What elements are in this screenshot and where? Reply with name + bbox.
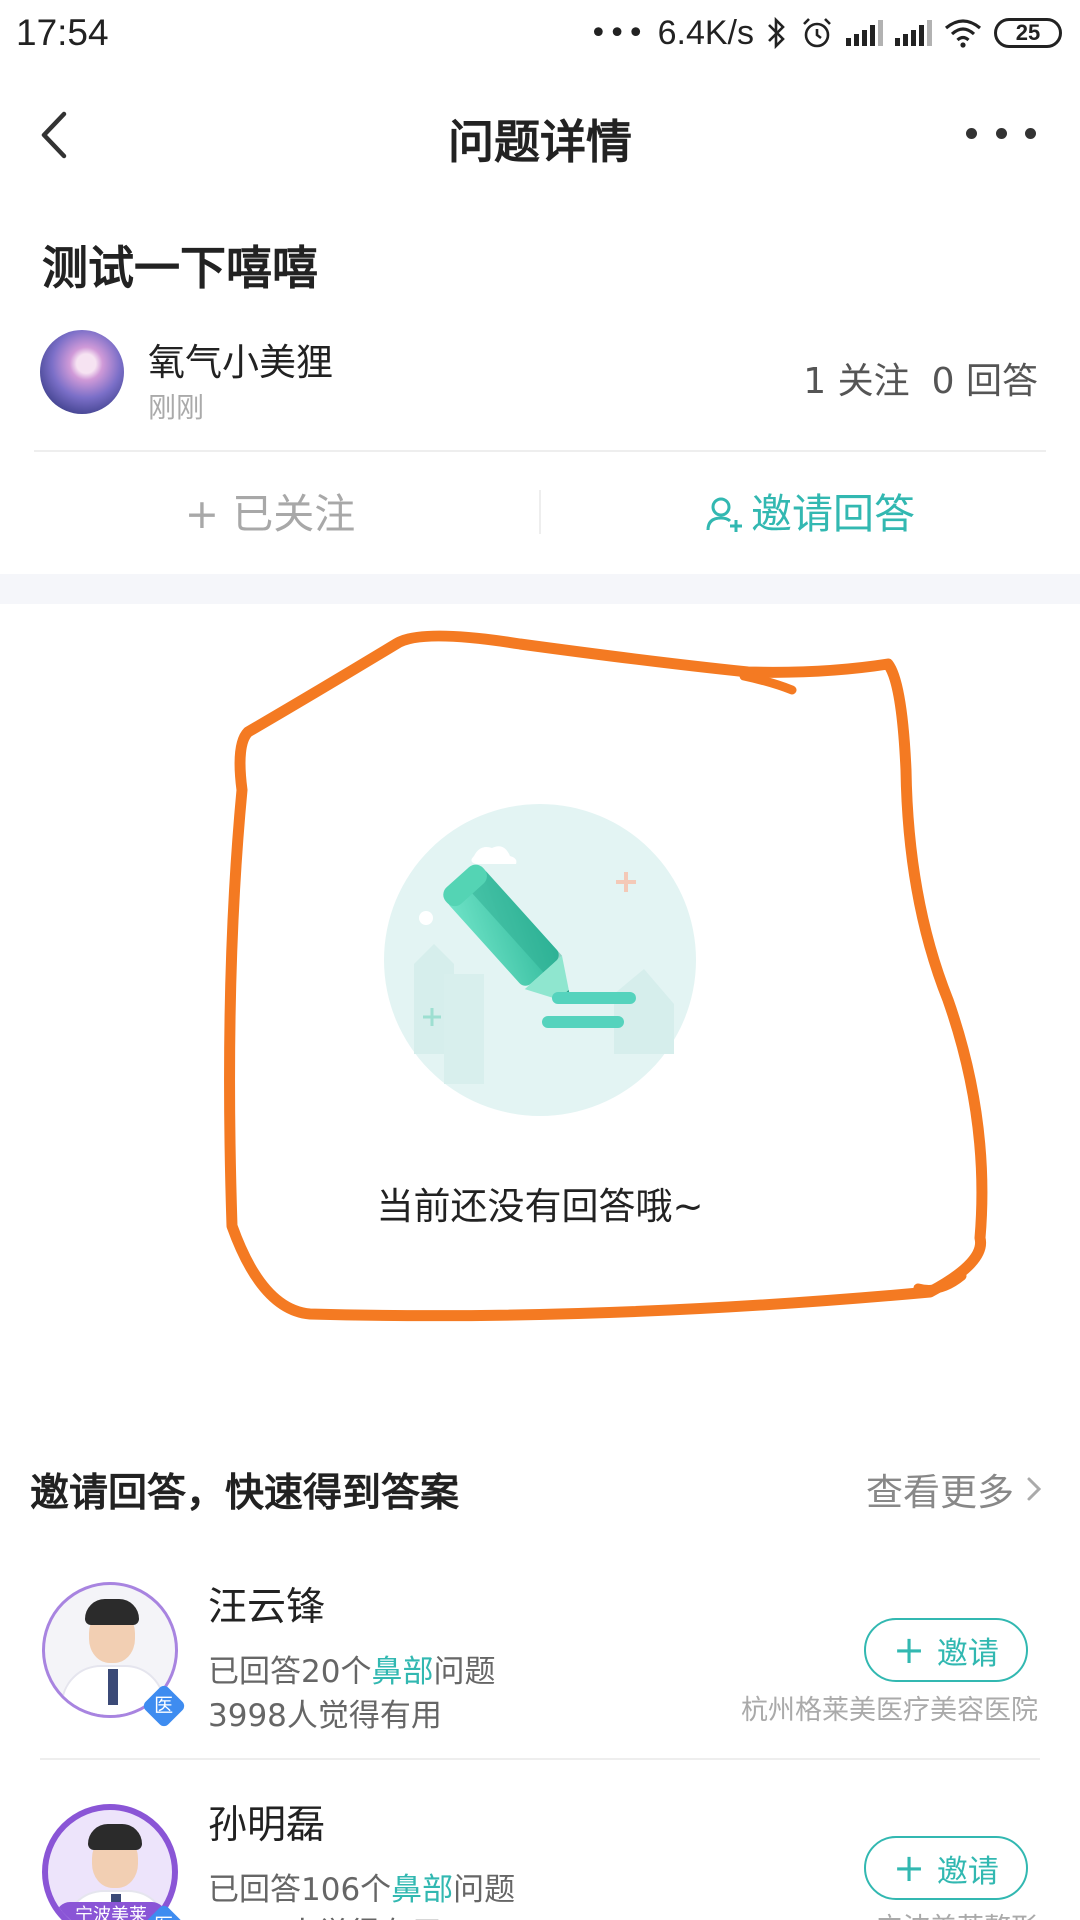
plus-icon: +: [893, 1846, 925, 1890]
alarm-icon: [803, 18, 831, 48]
expert-hospital: 宁波美莱整形: [876, 1906, 1038, 1920]
divider: [40, 1758, 1040, 1760]
expert-answered: 已回答106个鼻部问题: [208, 1872, 516, 1908]
plus-icon: +: [184, 490, 220, 538]
expert-hospital: 杭州格莱美医疗美容医院: [741, 1695, 1038, 1726]
author-name[interactable]: 氧气小美狸: [148, 332, 333, 386]
invite-label: 邀请回答: [751, 490, 915, 538]
wifi-icon: [944, 19, 982, 48]
section-separator: [0, 574, 1080, 604]
divider: [34, 450, 1046, 452]
question-stats: 1 关注 0 回答: [803, 352, 1038, 404]
signal-icon: [895, 20, 932, 46]
answer-count: 0 回答: [931, 361, 1038, 402]
chevron-right-icon: [1027, 1477, 1042, 1501]
follow-label: 已关注: [232, 490, 356, 538]
bluetooth-icon: [768, 16, 785, 50]
signal-icon: [846, 20, 883, 46]
follow-button[interactable]: + 已关注: [0, 476, 540, 552]
status-indicators: ••• 6.4K/s 25: [590, 10, 1062, 56]
expert-answered: 已回答20个鼻部问题: [208, 1654, 496, 1690]
page-title: 问题详情: [448, 115, 632, 169]
invite-button[interactable]: + 邀请: [864, 1836, 1028, 1900]
empty-message: 当前还没有回答哦~: [376, 1185, 704, 1228]
expert-list-item[interactable]: 宁波美莱 医 孙明磊 已回答106个鼻部问题 3909人觉得有用 + 邀请 宁波…: [0, 1786, 1080, 1920]
notification-dots: •••: [589, 15, 646, 51]
see-more-label: 查看更多: [866, 1471, 1014, 1514]
invite-answer-button[interactable]: 邀请回答: [540, 476, 1080, 552]
avatar[interactable]: [40, 330, 124, 414]
network-speed: 6.4K/s: [657, 13, 754, 52]
user-plus-icon: [706, 497, 742, 532]
more-horizontal-icon[interactable]: [966, 118, 1036, 148]
expert-name[interactable]: 孙明磊: [208, 1794, 325, 1850]
nav-bar: 问题详情: [0, 68, 1080, 202]
avatar[interactable]: 宁波美莱: [42, 1804, 178, 1920]
status-bar: 17:54 ••• 6.4K/s 25: [0, 0, 1080, 68]
status-time: 17:54: [16, 12, 109, 53]
expert-useful: 3998人觉得有用: [208, 1698, 442, 1734]
battery-icon: 25: [994, 18, 1062, 48]
plus-icon: +: [893, 1628, 925, 1672]
expert-name[interactable]: 汪云锋: [208, 1576, 325, 1632]
post-time: 刚刚: [148, 391, 205, 424]
invite-button[interactable]: + 邀请: [864, 1618, 1028, 1682]
invite-section-title: 邀请回答，快速得到答案: [30, 1471, 460, 1516]
follow-count: 1 关注: [803, 361, 910, 402]
expert-useful: 3909人觉得有用: [208, 1908, 442, 1920]
question-title: 测试一下嘻嘻: [42, 241, 318, 295]
expert-list-item[interactable]: 医 汪云锋 已回答20个鼻部问题 3998人觉得有用 + 邀请 杭州格莱美医疗美…: [0, 1568, 1080, 1778]
see-more-link[interactable]: 查看更多: [866, 1462, 1042, 1516]
pencil-illustration: [384, 804, 696, 1116]
